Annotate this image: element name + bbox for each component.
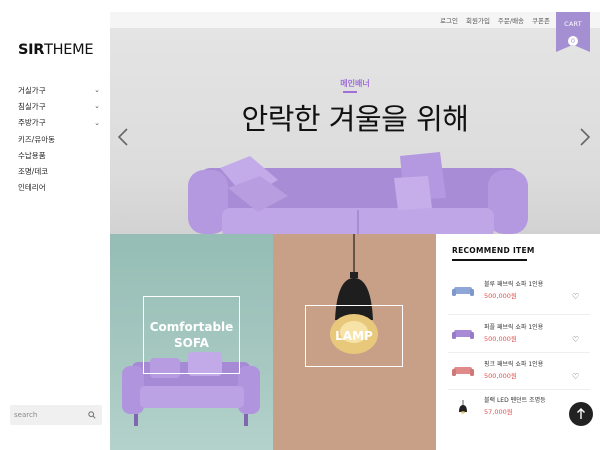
purple-sofa-icon — [452, 330, 474, 339]
sofa-caption-line2: SOFA — [174, 336, 209, 350]
sidebar: SIRTHEME 거실가구 ⌄ 침실가구 ⌄ 주방가구 ⌄ 키즈/유아동 수납용품 조… — [0, 0, 110, 450]
nav-item-kids[interactable]: 키즈/유아동 — [18, 131, 100, 147]
search-icon[interactable] — [86, 409, 98, 421]
recommend-item-price: 500,000원 — [484, 335, 517, 343]
main-content: 로그인 회원가입 주문/배송 쿠폰존 메인배너 안락한 겨울을 위해 Comfo… — [110, 12, 600, 450]
nav-item-label: 인테리어 — [18, 183, 46, 193]
recommend-item-name: 블랙 LED 펜던트 조명등 — [484, 397, 546, 404]
hero-divider — [343, 91, 357, 93]
recommend-item[interactable]: 퍼플 패브릭 쇼파 1인용 500,000원 ♡ — [448, 318, 590, 354]
recommend-title-underline — [452, 259, 527, 261]
category-nav: 거실가구 ⌄ 침실가구 ⌄ 주방가구 ⌄ 키즈/유아동 수납용품 조명/데코 인테리어 — [18, 82, 100, 196]
recommend-item-price: 57,000원 — [484, 408, 513, 416]
lamp-caption-text: LAMP — [335, 329, 373, 343]
nav-item-label: 조명/데코 — [18, 167, 49, 177]
search-input[interactable] — [14, 411, 86, 419]
heart-icon[interactable]: ♡ — [572, 335, 579, 344]
logo-bold-text: SIR — [18, 42, 45, 58]
divider — [448, 389, 590, 390]
recommend-item-name: 퍼플 패브릭 쇼파 1인용 — [484, 324, 544, 331]
heart-icon[interactable]: ♡ — [572, 292, 579, 301]
order-tracking-link[interactable]: 주문/배송 — [498, 15, 524, 25]
search-box — [10, 405, 102, 425]
recommend-title: RECOMMEND ITEM — [452, 246, 535, 255]
nav-item-label: 거실가구 — [18, 85, 46, 95]
divider — [448, 314, 590, 315]
chevron-down-icon: ⌄ — [94, 86, 100, 95]
heart-icon[interactable]: ♡ — [572, 372, 579, 381]
recommend-item-name: 핑크 패브릭 쇼파 1인용 — [484, 361, 544, 368]
recommend-item-name: 블루 패브릭 쇼파 1인용 — [484, 281, 544, 288]
recommend-item-price: 500,000원 — [484, 372, 517, 380]
nav-item-kitchen[interactable]: 주방가구 ⌄ — [18, 115, 100, 131]
sofa-caption-line1: Comfortable — [149, 320, 234, 334]
sofa-promo-tile[interactable]: Comfortable SOFA — [110, 234, 273, 450]
slider-prev-arrow-icon[interactable] — [117, 128, 128, 150]
top-bar: 로그인 회원가입 주문/배송 쿠폰존 — [110, 12, 600, 28]
blue-sofa-icon — [452, 287, 474, 296]
nav-item-lighting[interactable]: 조명/데코 — [18, 163, 100, 179]
coupon-link[interactable]: 쿠폰존 — [532, 15, 550, 25]
nav-item-storage[interactable]: 수납용품 — [18, 147, 100, 163]
nav-item-label: 키즈/유아동 — [18, 134, 56, 144]
nav-item-label: 침실가구 — [18, 101, 46, 111]
cart-count-badge: 0 — [568, 36, 578, 46]
pendant-lamp-icon — [459, 400, 467, 414]
pink-sofa-icon — [452, 367, 474, 376]
lamp-promo-tile[interactable]: LAMP — [273, 234, 436, 450]
nav-item-label: 수납용품 — [18, 150, 46, 160]
nav-item-living[interactable]: 거실가구 ⌄ — [18, 82, 100, 98]
scroll-to-top-button[interactable] — [569, 402, 593, 426]
hero-subtitle: 메인배너 — [340, 79, 370, 88]
login-link[interactable]: 로그인 — [440, 15, 458, 25]
divider — [448, 352, 590, 353]
chevron-down-icon: ⌄ — [94, 102, 100, 111]
recommend-item[interactable]: 핑크 패브릭 쇼파 1인용 500,000원 ♡ — [448, 355, 590, 391]
recommend-item[interactable]: 블루 패브릭 쇼파 1인용 500,000원 ♡ — [448, 275, 590, 311]
recommend-item-price: 500,000원 — [484, 292, 517, 300]
slider-next-arrow-icon[interactable] — [580, 128, 591, 150]
chevron-down-icon: ⌄ — [94, 118, 100, 127]
signup-link[interactable]: 회원가입 — [466, 15, 490, 25]
arrow-up-icon — [577, 408, 585, 419]
nav-item-bedroom[interactable]: 침실가구 ⌄ — [18, 98, 100, 114]
hero-banner: 메인배너 안락한 겨울을 위해 — [110, 28, 600, 234]
sofa-tile-caption: Comfortable SOFA — [143, 296, 240, 374]
top-links: 로그인 회원가입 주문/배송 쿠폰존 — [440, 12, 550, 28]
hero-title: 안락한 겨울을 위해 — [241, 102, 469, 136]
nav-item-interior[interactable]: 인테리어 — [18, 180, 100, 196]
cart-label: CART — [564, 20, 582, 28]
nav-item-label: 주방가구 — [18, 118, 46, 128]
logo-rest-text: THEME — [44, 42, 94, 58]
site-logo[interactable]: SIRTHEME — [18, 42, 94, 58]
lamp-tile-caption: LAMP — [305, 305, 403, 367]
